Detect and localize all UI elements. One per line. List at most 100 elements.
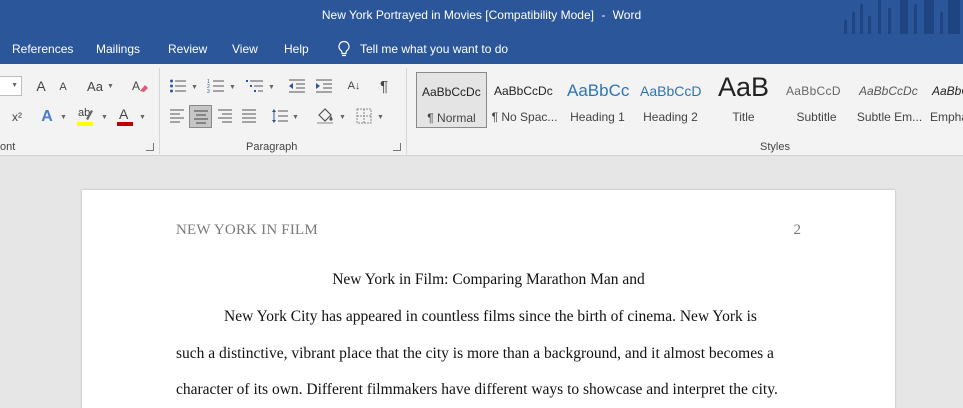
sort-button[interactable]: A↓ <box>344 76 364 96</box>
paragraph-line: such a distinctive, vibrant place that t… <box>176 345 774 362</box>
shading-button[interactable] <box>314 106 336 126</box>
decrease-indent-icon <box>289 79 305 93</box>
styles-gallery: AaBbCcDc ¶ Normal AaBbCcDc ¶ No Spac... … <box>414 72 963 130</box>
tab-help[interactable]: Help <box>284 42 309 56</box>
tell-me-search[interactable]: Tell me what you want to do <box>337 40 508 58</box>
document-page[interactable]: NEW YORK IN FILM 2 New York in Film: Com… <box>82 190 895 408</box>
style-title[interactable]: AaB Title <box>708 72 779 128</box>
style-heading-1[interactable]: AaBbCc Heading 1 <box>562 72 633 128</box>
show-marks-button[interactable]: ¶ <box>374 76 394 96</box>
align-right-icon <box>218 109 232 123</box>
justify-icon <box>242 109 256 123</box>
numbering-caret-icon: ▼ <box>229 84 236 91</box>
borders-button[interactable] <box>354 106 374 126</box>
change-case-caret-icon: ▼ <box>107 83 114 90</box>
line-spacing-caret-icon: ▼ <box>292 114 299 121</box>
align-center-icon <box>193 110 208 123</box>
tab-mailings[interactable]: Mailings <box>96 42 140 56</box>
running-head: NEW YORK IN FILM <box>176 222 318 238</box>
page-number: 2 <box>793 222 802 238</box>
app-name: Word <box>612 8 642 22</box>
tell-me-text: Tell me what you want to do <box>360 42 509 56</box>
paragraph-dialog-launcher-icon[interactable] <box>393 143 401 151</box>
text-effects-button[interactable]: A <box>36 106 58 128</box>
shading-caret-icon: ▼ <box>339 114 346 121</box>
ribbon-tabs: References Mailings Review View Help Tel… <box>0 34 963 64</box>
clear-formatting-button[interactable]: A <box>129 75 151 97</box>
style-heading-2[interactable]: AaBbCcD Heading 2 <box>635 72 706 128</box>
line-spacing-icon <box>272 109 288 123</box>
eraser-icon: A <box>132 79 148 93</box>
svg-text:A: A <box>119 106 129 122</box>
tab-review[interactable]: Review <box>168 42 207 56</box>
style-name: Title <box>732 110 755 124</box>
decrease-indent-button[interactable] <box>287 76 307 96</box>
title-bar-decoration <box>838 0 963 34</box>
numbering-icon: 1 2 3 <box>207 79 224 94</box>
style-subtle-emphasis[interactable]: AaBbCcDc Subtle Em... <box>854 72 925 128</box>
style-sample: AaBbCcD <box>786 84 841 98</box>
style-sample: AaBbCcD <box>640 83 702 99</box>
align-right-button[interactable] <box>215 106 235 126</box>
multilevel-list-icon <box>246 80 263 92</box>
font-size-box[interactable]: ▼ <box>0 76 22 96</box>
paragraph-line: character of its own. Different filmmake… <box>176 381 778 398</box>
font-color-icon: A <box>117 106 133 126</box>
document-title: New York in Film: Comparing Marathon Man… <box>332 271 645 288</box>
text-effects-caret-icon: ▼ <box>60 114 67 121</box>
style-name: Heading 1 <box>570 110 625 124</box>
bullets-icon <box>170 79 186 93</box>
grow-font-button[interactable]: A <box>31 75 51 97</box>
style-name: Heading 2 <box>643 110 698 124</box>
shrink-font-button[interactable]: A <box>54 77 72 97</box>
highlight-button[interactable]: ab <box>74 104 98 128</box>
highlighter-icon: ab <box>77 107 93 126</box>
style-subtitle[interactable]: AaBbCcD Subtitle <box>781 72 852 128</box>
numbering-button[interactable]: 1 2 3 <box>206 76 226 96</box>
superscript-button[interactable]: x² <box>6 106 28 128</box>
bullets-button[interactable] <box>168 76 188 96</box>
multilevel-list-button[interactable] <box>245 76 265 96</box>
style-name: Subtle Em... <box>856 110 923 124</box>
paragraph-group-label: Paragraph <box>246 141 298 153</box>
title-bar: New York Portrayed in Movies [Compatibil… <box>0 0 963 34</box>
bullets-caret-icon: ▼ <box>191 84 198 91</box>
lightbulb-icon <box>338 40 350 57</box>
style-sample: AaBbCcDc <box>859 84 918 98</box>
style-no-spacing[interactable]: AaBbCcDc ¶ No Spac... <box>489 72 560 128</box>
title-separator: - <box>601 8 606 22</box>
change-case-button[interactable]: Aa <box>84 75 106 97</box>
style-sample: AaBbCcDc <box>422 85 481 99</box>
style-normal[interactable]: AaBbCcDc ¶ Normal <box>416 72 487 128</box>
window-title: New York Portrayed in Movies [Compatibil… <box>0 8 963 22</box>
highlight-caret-icon: ▼ <box>101 114 108 121</box>
document-area: NEW YORK IN FILM 2 New York in Film: Com… <box>0 157 963 408</box>
style-name: ¶ No Spac... <box>491 110 558 124</box>
borders-icon <box>356 108 372 124</box>
borders-caret-icon: ▼ <box>377 114 384 121</box>
paint-bucket-icon <box>317 108 333 124</box>
font-dialog-launcher-icon[interactable] <box>146 143 154 151</box>
paragraph-line: New York City has appeared in countless … <box>224 308 757 325</box>
tab-view[interactable]: View <box>232 42 258 56</box>
increase-indent-icon <box>316 79 332 93</box>
align-center-button[interactable] <box>189 105 212 128</box>
justify-button[interactable] <box>239 106 259 126</box>
align-left-icon <box>170 109 184 123</box>
multilevel-caret-icon: ▼ <box>268 84 275 91</box>
document-name: New York Portrayed in Movies [Compatibil… <box>321 8 594 22</box>
group-divider <box>159 68 160 154</box>
group-divider <box>406 68 407 154</box>
styles-group-label: Styles <box>760 141 790 153</box>
style-sample: AaBbCcDc <box>494 84 553 98</box>
style-name: Subtitle <box>796 110 837 124</box>
tab-references[interactable]: References <box>12 42 73 56</box>
line-spacing-button[interactable] <box>270 106 290 126</box>
font-color-button[interactable]: A <box>114 104 136 128</box>
font-color-caret-icon: ▼ <box>139 114 146 121</box>
align-left-button[interactable] <box>167 106 187 126</box>
increase-indent-button[interactable] <box>314 76 334 96</box>
svg-text:A: A <box>132 79 140 93</box>
style-sample: AaBbCc <box>567 81 630 100</box>
style-emphasis[interactable]: AaBbCcDc Empha <box>927 72 963 128</box>
